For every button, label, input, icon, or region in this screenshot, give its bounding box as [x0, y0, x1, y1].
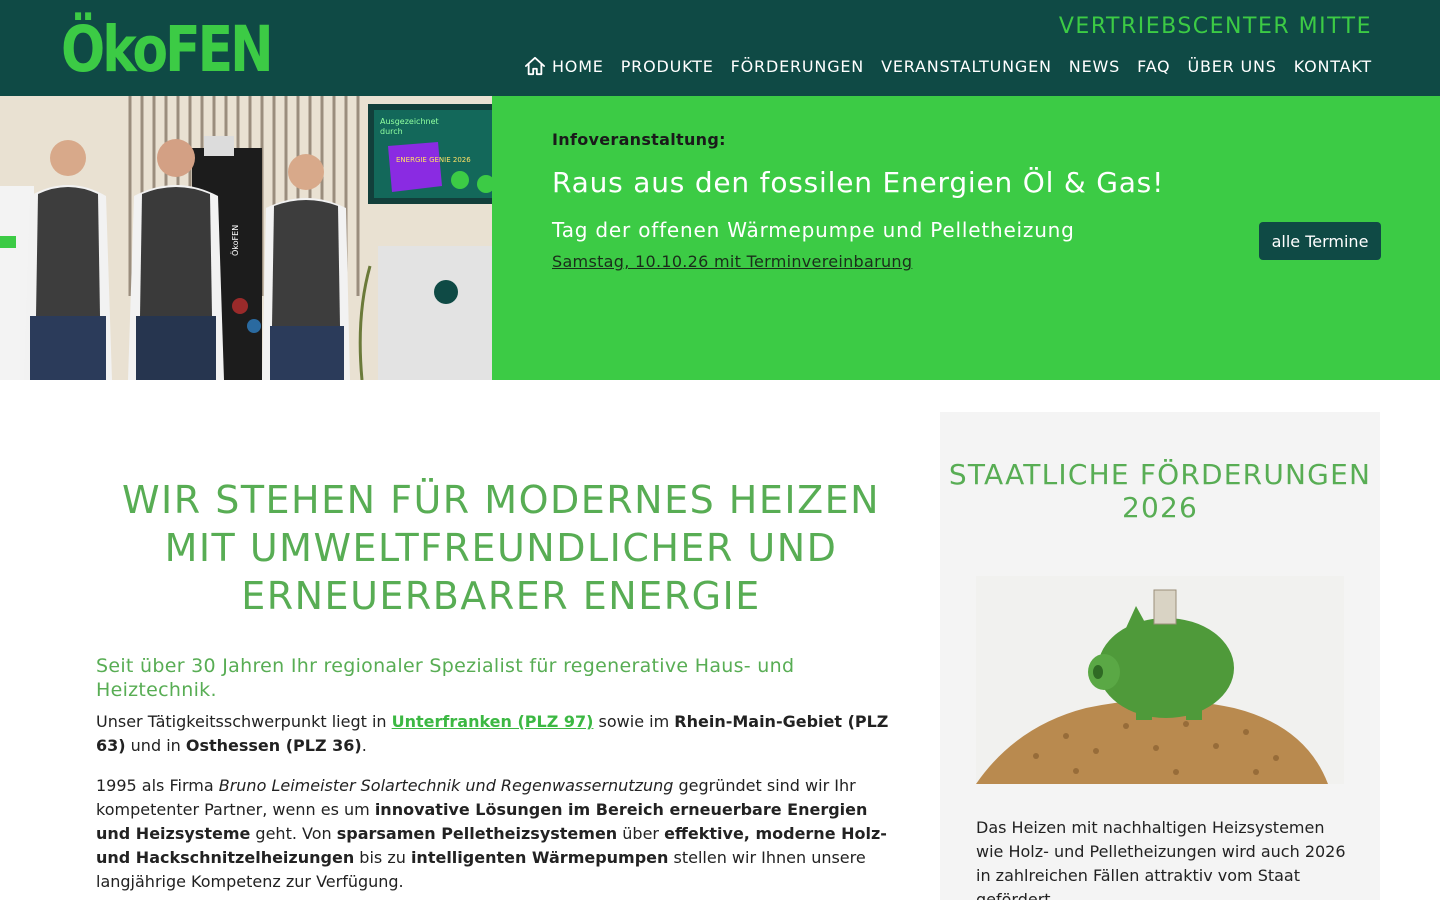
nav-label-home: HOME: [551, 56, 604, 76]
p2-bold-2: sparsamen Pelletheizsystemen: [336, 824, 618, 843]
nav-item-produkte[interactable]: PRODUKTE: [621, 57, 714, 76]
hero-event-panel: Infoveranstaltung: Raus aus den fossilen…: [492, 96, 1440, 380]
p1-text-3: und in: [125, 736, 186, 755]
hero-team-photo: Ausgezeichnet durch ENERGIE GENIE 2026 Ö…: [0, 96, 492, 380]
nav-label-ueber-uns: ÜBER UNS: [1187, 56, 1277, 76]
p2-text-4: über: [617, 824, 665, 843]
nav-label-news: NEWS: [1068, 56, 1121, 76]
lead-text: Seit über 30 Jahren Ihr regionaler Spezi…: [96, 655, 795, 701]
event-kicker: Infoveranstaltung:: [552, 130, 726, 149]
nav-item-foerderungen[interactable]: FÖRDERUNGEN: [731, 57, 864, 76]
nav-label-veranstaltungen: VERANSTALTUNGEN: [881, 56, 1052, 76]
funding-text: Das Heizen mit nachhaltigen Heizsystemen…: [976, 818, 1346, 900]
p2-text-1: 1995 als Firma: [96, 776, 219, 795]
p2-italic-company: Bruno Leimeister Solartechnik und Regenw…: [218, 776, 674, 795]
unterfranken-link[interactable]: Unterfranken (PLZ 97): [392, 712, 594, 731]
funding-title: STAATLICHE FÖRDERUNGEN 2026: [948, 458, 1372, 524]
intro-paragraph: Unser Tätigkeitsschwerpunkt liegt in Unt…: [96, 710, 896, 758]
award-line1: Ausgezeichnet: [380, 117, 439, 126]
event-title: Raus aus den fossilen Energien Öl & Gas!: [552, 166, 1165, 199]
nav-item-veranstaltungen[interactable]: VERANSTALTUNGEN: [881, 57, 1052, 76]
all-dates-button[interactable]: alle Termine: [1259, 222, 1381, 260]
team-photo-illustration: Ausgezeichnet durch ENERGIE GENIE 2026 Ö…: [0, 96, 492, 380]
p2-text-3: geht. Von: [250, 824, 337, 843]
brand-small: ÖkoFEN: [230, 225, 240, 256]
award-badge: ENERGIE GENIE 2026: [396, 156, 471, 164]
center-title: VERTRIEBSCENTER MITTE: [1058, 14, 1372, 39]
site-header: ÖkoFEN VERTRIEBSCENTER MITTE HOME PRODUK…: [0, 0, 1440, 96]
history-paragraph: 1995 als Firma Bruno Leimeister Solartec…: [96, 774, 896, 894]
nav-item-news[interactable]: NEWS: [1069, 57, 1120, 76]
p2-text-5: bis zu: [354, 848, 411, 867]
piggy-bank-image[interactable]: [976, 576, 1344, 784]
funding-sidebar: STAATLICHE FÖRDERUNGEN 2026 Das Heizen m…: [940, 412, 1380, 900]
p1-bold-osthessen: Osthessen (PLZ 36): [185, 736, 362, 755]
nav-label-produkte: PRODUKTE: [620, 56, 714, 76]
nav-item-home[interactable]: HOME: [524, 56, 604, 76]
nav-item-faq[interactable]: FAQ: [1137, 57, 1170, 76]
home-icon: [524, 56, 545, 76]
okofen-logo[interactable]: ÖkoFEN: [61, 14, 274, 82]
award-line2: durch: [380, 127, 403, 136]
event-date-link[interactable]: Samstag, 10.10.26 mit Terminvereinbarung: [552, 252, 912, 271]
nav-item-ueber-uns[interactable]: ÜBER UNS: [1187, 57, 1276, 76]
p1-text-1: Unser Tätigkeitsschwerpunkt liegt in: [96, 712, 392, 731]
p2-bold-4: intelligenten Wärmepumpen: [410, 848, 669, 867]
main-nav: HOME PRODUKTE FÖRDERUNGEN VERANSTALTUNGE…: [524, 56, 1372, 76]
logo-text: ÖkoFEN: [61, 13, 274, 87]
p1-text-4: .: [361, 736, 367, 755]
nav-label-faq: FAQ: [1137, 56, 1171, 76]
main-heading: WIR STEHEN FÜR MODERNES HEIZEN MIT UMWEL…: [121, 478, 881, 618]
nav-item-kontakt[interactable]: KONTAKT: [1294, 57, 1372, 76]
nav-label-foerderungen: FÖRDERUNGEN: [730, 56, 865, 76]
nav-label-kontakt: KONTAKT: [1293, 56, 1372, 76]
piggy-bank-illustration: [976, 576, 1344, 784]
event-subtitle: Tag der offenen Wärmepumpe und Pellethei…: [552, 218, 1075, 242]
p1-text-2: sowie im: [593, 712, 675, 731]
